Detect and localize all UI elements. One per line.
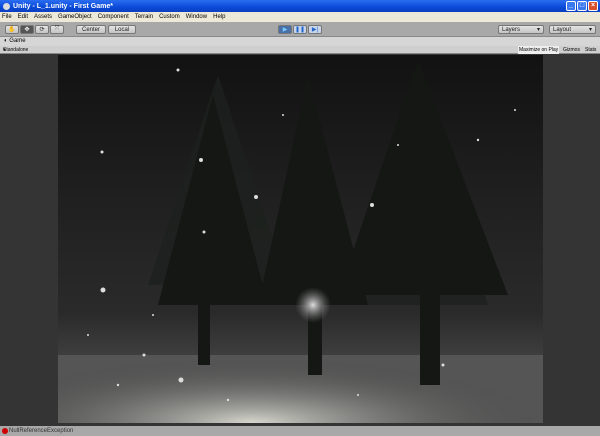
- layout-label: Layout: [553, 26, 572, 33]
- menu-help[interactable]: Help: [213, 14, 225, 20]
- layout-dropdown[interactable]: Layout ▾: [549, 25, 596, 34]
- chevron-down-icon: ▾: [536, 27, 540, 33]
- toolbar: ✋ ✥ ⟳ ⤧ Center Local ▶ ❚❚ ▶| Layers ▾ Lay…: [0, 22, 600, 37]
- game-tab-label: Game: [9, 38, 26, 44]
- play-button[interactable]: ▶: [278, 25, 292, 34]
- light-glow: [295, 287, 331, 323]
- pause-button[interactable]: ❚❚: [293, 25, 307, 34]
- window-title: Unity - L_1.unity - First Game*: [13, 2, 113, 10]
- layers-label: Layers: [502, 26, 521, 33]
- pivot-local-button[interactable]: Local: [108, 25, 136, 34]
- unity-logo-icon: [3, 2, 10, 10]
- resolution-dropdown[interactable]: Standalone (1024x768) ▾: [3, 46, 28, 61]
- menu-file[interactable]: File: [2, 14, 12, 20]
- menu-terrain[interactable]: Terrain: [135, 14, 153, 20]
- menu-edit[interactable]: Edit: [18, 14, 28, 20]
- rotate-tool-button[interactable]: ⟳: [35, 25, 49, 34]
- menu-window[interactable]: Window: [186, 14, 207, 20]
- ground-light: [58, 315, 543, 423]
- title-bar: Unity - L_1.unity - First Game* _ □ ×: [0, 0, 600, 12]
- chevron-down-icon: ▾: [588, 27, 592, 33]
- stats-toggle[interactable]: Stats: [585, 46, 596, 54]
- game-view-toolbar: Standalone (1024x768) ▾ Maximize on Play…: [0, 46, 600, 61]
- maximize-button[interactable]: □: [577, 1, 587, 11]
- maximize-on-play-toggle[interactable]: Maximize on Play: [518, 46, 560, 54]
- menu-component[interactable]: Component: [98, 14, 129, 20]
- game-scene: [58, 55, 543, 423]
- step-button[interactable]: ▶|: [308, 25, 322, 34]
- error-icon: [2, 428, 8, 434]
- close-button[interactable]: ×: [588, 1, 598, 11]
- game-view[interactable]: [0, 54, 600, 426]
- hand-tool-button[interactable]: ✋: [5, 25, 19, 34]
- menu-assets[interactable]: Assets: [34, 14, 52, 20]
- forest-scene: [58, 60, 543, 423]
- menu-custom[interactable]: Custom: [159, 14, 180, 20]
- status-bar[interactable]: NullReferenceException: [0, 426, 600, 436]
- game-tab[interactable]: ◐ Game: [0, 37, 600, 46]
- gizmos-toggle[interactable]: Gizmos: [563, 46, 580, 54]
- menu-bar: File Edit Assets GameObject Component Te…: [0, 12, 600, 22]
- scale-tool-button[interactable]: ⤧: [50, 25, 64, 34]
- minimize-button[interactable]: _: [566, 1, 576, 11]
- menu-gameobject[interactable]: GameObject: [58, 14, 92, 20]
- move-tool-button[interactable]: ✥: [20, 25, 34, 34]
- status-message: NullReferenceException: [9, 428, 74, 434]
- pivot-center-button[interactable]: Center: [76, 25, 106, 34]
- layers-dropdown[interactable]: Layers ▾: [498, 25, 544, 34]
